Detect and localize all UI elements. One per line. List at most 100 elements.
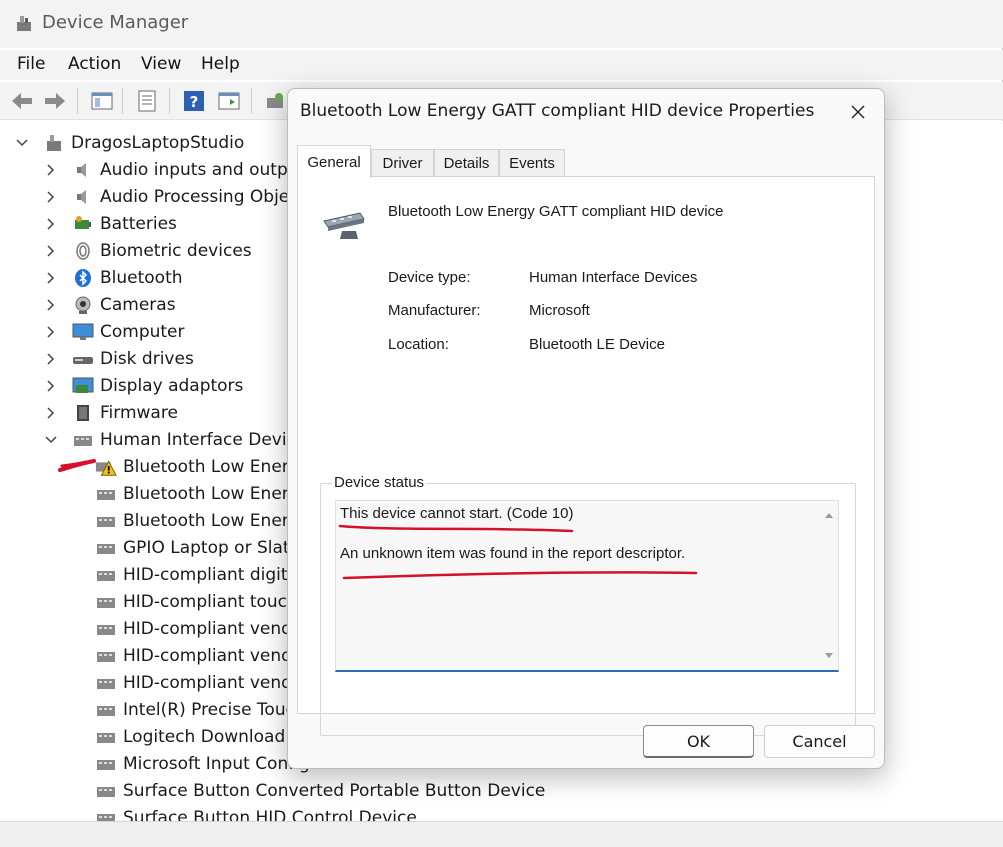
hid-device-icon	[95, 618, 117, 640]
device-name: Bluetooth Low Energy GATT compliant HID …	[388, 203, 724, 220]
manufacturer-value: Microsoft	[529, 302, 590, 319]
device-status-textbox[interactable]: This device cannot start. (Code 10) An u…	[335, 500, 839, 672]
tree-device-label: Surface Button HID Control Device	[123, 807, 417, 822]
chevron-down-icon[interactable]	[15, 136, 29, 150]
hid-device-icon	[95, 483, 117, 505]
chevron-right-icon[interactable]	[44, 163, 58, 177]
menu-view[interactable]: View	[141, 54, 181, 74]
hid-device-icon	[320, 207, 368, 241]
tree-category[interactable]: Cameras	[44, 291, 176, 318]
chevron-right-icon[interactable]	[44, 379, 58, 393]
camera-icon	[72, 294, 94, 316]
hid-device-icon	[72, 429, 94, 451]
menu-help[interactable]: Help	[201, 54, 240, 74]
tree-device-item[interactable]: Surface Button Converted Portable Button…	[95, 777, 545, 804]
monitor-icon	[72, 321, 94, 343]
menu-action[interactable]: Action	[68, 54, 121, 74]
speaker-icon	[72, 186, 94, 208]
general-tab-page: Bluetooth Low Energy GATT compliant HID …	[297, 176, 875, 736]
hid-device-icon	[95, 564, 117, 586]
chevron-right-icon[interactable]	[44, 217, 58, 231]
forward-arrow-icon[interactable]	[41, 87, 69, 115]
tree-category-label: Cameras	[100, 294, 176, 315]
hid-device-icon	[95, 726, 117, 748]
location-label: Location:	[388, 336, 449, 353]
tree-device-label: Surface Button Converted Portable Button…	[123, 780, 546, 801]
tree-category[interactable]: Audio inputs and outputs	[44, 156, 314, 183]
action-pane-icon[interactable]	[215, 87, 243, 115]
annotation-underline	[338, 524, 698, 580]
speaker-icon	[72, 159, 94, 181]
tree-category[interactable]: Computer	[44, 318, 185, 345]
device-type-label: Device type:	[388, 269, 471, 286]
disk-drive-icon	[72, 348, 94, 370]
chevron-right-icon[interactable]	[44, 325, 58, 339]
tree-category-label: Display adaptors	[100, 375, 244, 396]
hid-device-icon	[95, 807, 117, 821]
close-icon	[851, 105, 865, 119]
chevron-right-icon[interactable]	[44, 271, 58, 285]
tab-general[interactable]: General	[297, 145, 371, 178]
device-type-value: Human Interface Devices	[529, 269, 698, 286]
back-arrow-icon[interactable]	[8, 87, 36, 115]
menu-file[interactable]: File	[17, 54, 45, 74]
dialog-title-bar: Bluetooth Low Energy GATT compliant HID …	[288, 89, 884, 135]
chevron-right-icon[interactable]	[44, 406, 58, 420]
properties-icon[interactable]	[133, 87, 161, 115]
ok-button[interactable]: OK	[643, 725, 754, 758]
tree-category[interactable]: Biometric devices	[44, 237, 252, 264]
hid-device-icon	[95, 753, 117, 775]
hid-device-icon	[95, 672, 117, 694]
tree-category-expanded[interactable]: Human Interface Devices	[44, 426, 315, 453]
tree-root-label: DragosLaptopStudio	[71, 132, 245, 153]
cancel-button[interactable]: Cancel	[764, 725, 875, 758]
help-icon[interactable]: ?	[180, 87, 208, 115]
tree-category-label: Biometric devices	[100, 240, 252, 261]
tree-category[interactable]: Audio Processing Objects	[44, 183, 314, 210]
chevron-right-icon[interactable]	[44, 190, 58, 204]
hid-device-icon	[95, 591, 117, 613]
chevron-down-icon[interactable]	[44, 433, 58, 447]
manufacturer-label: Manufacturer:	[388, 302, 481, 319]
properties-dialog: Bluetooth Low Energy GATT compliant HID …	[287, 88, 885, 769]
chevron-right-icon[interactable]	[44, 244, 58, 258]
tab-details[interactable]: Details	[434, 149, 499, 177]
location-value: Bluetooth LE Device	[529, 336, 665, 353]
tab-events[interactable]: Events	[499, 149, 565, 177]
tree-device-item[interactable]: HID-compliant digitizer	[95, 561, 319, 588]
display-adapter-icon	[72, 375, 94, 397]
tree-category-label: Disk drives	[100, 348, 194, 369]
tree-category[interactable]: Disk drives	[44, 345, 194, 372]
tree-category[interactable]: Batteries	[44, 210, 177, 237]
hid-device-icon	[95, 537, 117, 559]
tree-category-label: Audio inputs and outputs	[100, 159, 315, 180]
annotation-mark	[58, 459, 96, 472]
window-title: Device Manager	[42, 12, 189, 33]
svg-text:?: ?	[190, 93, 199, 111]
chevron-right-icon[interactable]	[44, 352, 58, 366]
scan-hardware-icon[interactable]	[261, 87, 289, 115]
tree-device-item[interactable]: Surface Button HID Control Device	[95, 804, 417, 821]
dialog-title: Bluetooth Low Energy GATT compliant HID …	[300, 101, 815, 121]
tree-category[interactable]: Display adaptors	[44, 372, 243, 399]
warning-device-icon	[95, 456, 117, 478]
tree-category-label: Batteries	[100, 213, 177, 234]
tree-category-label: Firmware	[100, 402, 178, 423]
battery-icon	[72, 213, 94, 235]
bluetooth-icon	[72, 267, 94, 289]
tree-category[interactable]: Bluetooth	[44, 264, 183, 291]
tree-category-label: Computer	[100, 321, 185, 342]
tree-category[interactable]: Firmware	[44, 399, 178, 426]
tree-category-label: Audio Processing Objects	[100, 186, 315, 207]
tree-root[interactable]: DragosLaptopStudio	[15, 129, 244, 156]
tab-driver[interactable]: Driver	[371, 149, 434, 177]
menu-bar: File Action View Help	[0, 50, 1003, 80]
hid-device-icon	[95, 699, 117, 721]
close-button[interactable]	[840, 97, 876, 127]
show-hide-console-tree-icon[interactable]	[88, 87, 116, 115]
fingerprint-icon	[72, 240, 94, 262]
status-scrollbar[interactable]	[820, 501, 838, 671]
device-status-label: Device status	[332, 474, 427, 491]
firmware-chip-icon	[72, 402, 94, 424]
chevron-right-icon[interactable]	[44, 298, 58, 312]
